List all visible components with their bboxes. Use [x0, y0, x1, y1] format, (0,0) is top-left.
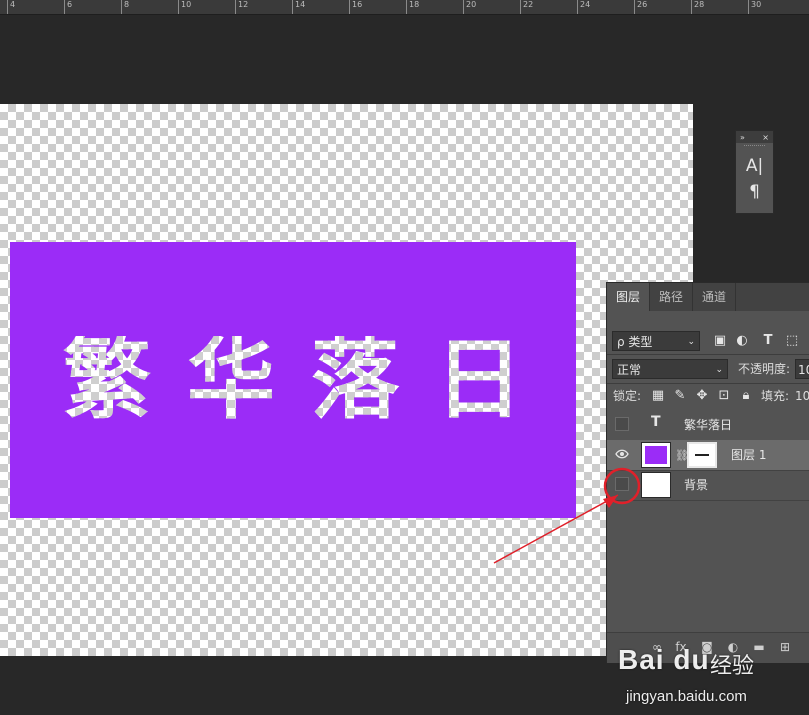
tab-paths[interactable]: 路径: [650, 283, 694, 311]
shape-filter-icon[interactable]: ⬚: [783, 332, 801, 350]
close-icon[interactable]: ×: [762, 133, 769, 142]
new-layer-icon[interactable]: ⊞: [777, 639, 793, 655]
opacity-field[interactable]: 100: [795, 359, 809, 379]
adjustment-filter-icon[interactable]: ◐: [733, 332, 751, 350]
purple-fill-layer: 繁华落日: [10, 242, 576, 518]
document-canvas[interactable]: 繁华落日: [0, 104, 693, 656]
lock-brush-icon[interactable]: ✎: [671, 387, 689, 405]
link-layers-icon[interactable]: ∞: [649, 639, 665, 655]
layer-row-text[interactable]: T 繁华落日: [607, 410, 809, 441]
chevron-down-icon: ⌄: [715, 365, 723, 375]
ruler-tick: 12: [235, 0, 248, 14]
lock-all-icon[interactable]: 🔒︎: [737, 387, 755, 405]
fill-label: 填充:: [761, 389, 790, 403]
chevron-down-icon: ⌄: [687, 337, 695, 347]
ruler-tick: 14: [292, 0, 305, 14]
ruler-tick: 20: [463, 0, 476, 14]
blend-mode-value: 正常: [617, 363, 642, 377]
type-filter-icon[interactable]: T: [759, 332, 777, 350]
layer-filter-select[interactable]: ρ 类型 ⌄: [612, 331, 700, 351]
layer-thumbnail: [641, 442, 671, 468]
panel-header[interactable]: » ×: [736, 131, 773, 143]
watermark-url: jingyan.baidu.com: [626, 688, 747, 705]
layer-row-layer1[interactable]: ⛓ 图层 1: [607, 440, 809, 471]
blend-mode-select[interactable]: 正常 ⌄: [612, 359, 728, 379]
layer-thumbnail: [641, 472, 671, 498]
character-panel-dock[interactable]: » × A| ¶: [735, 130, 774, 214]
layer-mask-thumbnail[interactable]: [687, 442, 717, 468]
layer-row-background[interactable]: 背景: [607, 470, 809, 501]
panel-grip[interactable]: [744, 145, 765, 151]
divider: [607, 383, 809, 384]
mask-text-shape: [695, 454, 709, 456]
tab-channels[interactable]: 通道: [693, 283, 737, 311]
tab-layers[interactable]: 图层: [607, 283, 651, 311]
add-mask-icon[interactable]: ◙: [699, 639, 715, 655]
layers-bottom-toolbar: ∞ fx ◙ ◐ ▬ ⊞: [607, 632, 809, 663]
image-filter-icon[interactable]: ▣: [711, 332, 729, 350]
ruler-tick: 28: [691, 0, 704, 14]
ruler-tick: 30: [748, 0, 761, 14]
visibility-toggle[interactable]: [615, 417, 629, 431]
lock-position-icon[interactable]: ✥: [693, 387, 711, 405]
opacity-label: 不透明度:: [738, 362, 791, 376]
text-layer-icon: T: [651, 414, 661, 430]
ruler-tick: 16: [349, 0, 362, 14]
fx-icon[interactable]: fx: [673, 639, 689, 655]
filter-label: ρ 类型: [617, 335, 653, 349]
eye-icon[interactable]: [615, 447, 629, 461]
ruler-tick: 26: [634, 0, 647, 14]
ruler-tick: 6: [64, 0, 72, 14]
ruler-tick: 8: [121, 0, 129, 14]
panel-tabs: 图层 路径 通道: [607, 283, 809, 311]
ruler-tick: 24: [577, 0, 590, 14]
thumbnail-fill: [645, 446, 667, 464]
adjustment-layer-icon[interactable]: ◐: [725, 639, 741, 655]
lock-label: 锁定:: [613, 389, 642, 403]
layer-name: 图层 1: [731, 448, 767, 462]
folder-icon[interactable]: ▬: [751, 639, 767, 655]
ruler-tick: 10: [178, 0, 191, 14]
ruler-tick: 18: [406, 0, 419, 14]
character-panel-icon[interactable]: A|: [736, 153, 773, 179]
visibility-toggle[interactable]: [615, 477, 629, 491]
ruler-tick: 4: [7, 0, 15, 14]
layer-name: 背景: [684, 478, 709, 492]
layers-panel: 图层 路径 通道 ρ 类型 ⌄ ▣ ◐ T ⬚ 正常 ⌄ 不透明度: 100 锁…: [606, 282, 809, 663]
divider: [607, 354, 809, 355]
expand-icon[interactable]: »: [740, 133, 745, 142]
opacity-value: 100: [798, 363, 809, 377]
knockout-text: 繁华落日: [27, 336, 559, 424]
lock-transparency-icon[interactable]: ▦: [649, 387, 667, 405]
lock-artboard-icon[interactable]: ⊡: [715, 387, 733, 405]
horizontal-ruler: 4 6 8 10 12 14 16 18 20 22 24 26 28 30: [0, 0, 809, 15]
layer-name: 繁华落日: [684, 418, 733, 432]
ruler-tick: 22: [520, 0, 533, 14]
paragraph-panel-icon[interactable]: ¶: [736, 179, 773, 205]
fill-value[interactable]: 100: [795, 387, 809, 405]
